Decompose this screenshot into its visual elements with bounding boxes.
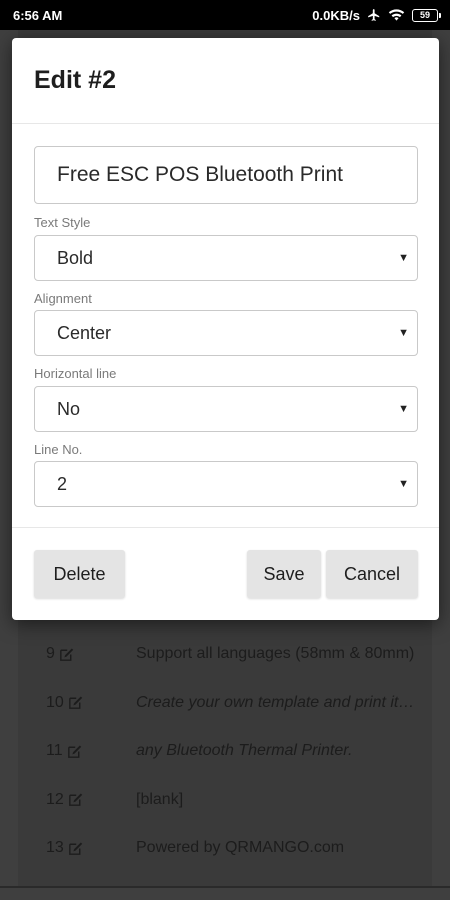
dialog-header: Edit #2 [12, 38, 439, 124]
line-number: 10 [46, 693, 64, 711]
dialog-footer: Delete Save Cancel [12, 528, 439, 620]
caret-down-icon: ▼ [398, 327, 409, 339]
edit-icon[interactable] [66, 743, 83, 760]
list-item-number: 12 [18, 791, 136, 809]
status-bar: 6:56 AM 0.0KB/s 59 [0, 0, 450, 30]
list-item-text: Powered by QRMANGO.com [136, 839, 345, 857]
line-no-value: 2 [57, 473, 68, 494]
horizontal-line-select[interactable]: No ▼ [34, 386, 418, 432]
text-style-label: Text Style [34, 215, 91, 230]
alignment-label: Alignment [34, 291, 92, 306]
cancel-button[interactable]: Cancel [326, 550, 418, 598]
list-item-number: 9 [18, 645, 136, 663]
edit-icon[interactable] [67, 791, 84, 808]
bottom-divider [0, 886, 450, 888]
list-item[interactable]: 9 Support all languages (58mm & 80mm) [18, 630, 432, 679]
status-time: 6:56 AM [13, 7, 63, 23]
line-text-input[interactable] [34, 146, 418, 204]
list-item[interactable]: 12 [blank] [18, 776, 432, 825]
background-list: 9 Support all languages (58mm & 80mm) 10 Cr… [18, 630, 432, 873]
line-number: 9 [46, 645, 55, 663]
list-item[interactable]: 10 Create your own template and print it … [18, 679, 432, 728]
text-style-select[interactable]: Bold ▼ [34, 235, 418, 281]
line-no-select[interactable]: 2 ▼ [34, 461, 418, 507]
edit-dialog: Edit #2 Text Style Bold ▼ Alignment Cent… [12, 38, 439, 620]
list-item[interactable]: 13 Powered by QRMANGO.com [18, 824, 432, 873]
battery-level: 59 [419, 10, 430, 20]
alignment-select[interactable]: Center ▼ [34, 310, 418, 356]
caret-down-icon: ▼ [398, 403, 409, 415]
line-number: 12 [46, 790, 64, 808]
delete-button[interactable]: Delete [34, 550, 125, 598]
list-item-number: 10 [18, 694, 136, 712]
save-button[interactable]: Save [247, 550, 321, 598]
list-item-text: Create your own template and print it on [136, 693, 421, 711]
list-item-text: [blank] [136, 790, 184, 808]
list-item[interactable]: 11 any Bluetooth Thermal Printer. [18, 727, 432, 776]
dialog-body: Text Style Bold ▼ Alignment Center ▼ Hor… [12, 124, 439, 528]
dialog-title: Edit #2 [34, 66, 116, 94]
list-item-text: any Bluetooth Thermal Printer. [136, 742, 353, 760]
horizontal-line-value: No [57, 398, 81, 419]
line-number: 11 [46, 742, 63, 760]
list-item-text: Support all languages (58mm & 80mm) [136, 645, 415, 663]
text-style-value: Bold [57, 247, 94, 268]
list-item-number: 13 [18, 839, 136, 857]
network-speed: 0.0KB/s [312, 7, 360, 23]
edit-icon[interactable] [67, 694, 84, 711]
airplane-icon [368, 9, 380, 21]
edit-icon[interactable] [67, 840, 84, 857]
alignment-value: Center [57, 322, 112, 343]
line-number: 13 [46, 839, 64, 857]
horizontal-line-label: Horizontal line [34, 366, 117, 381]
status-icons: 0.0KB/s 59 [312, 7, 441, 23]
edit-icon[interactable] [58, 646, 75, 663]
battery-icon: 59 [412, 8, 441, 22]
list-item-number: 11 [18, 742, 136, 760]
caret-down-icon: ▼ [398, 252, 409, 264]
caret-down-icon: ▼ [398, 478, 409, 490]
line-no-label: Line No. [34, 442, 83, 457]
wifi-icon [388, 9, 405, 21]
